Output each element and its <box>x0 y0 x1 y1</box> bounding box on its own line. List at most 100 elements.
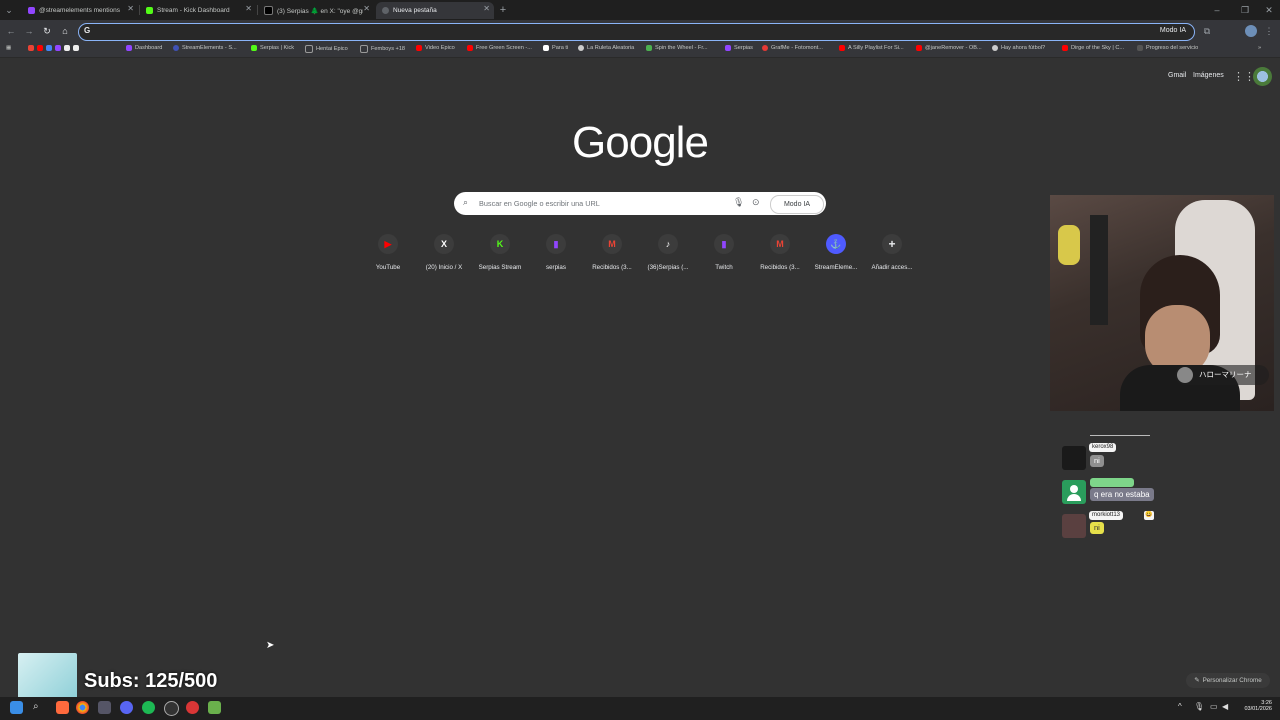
chat-message: ni <box>1090 455 1104 467</box>
extensions-icon[interactable]: ⧉ <box>1200 24 1214 38</box>
new-tab-button[interactable]: + <box>496 3 510 17</box>
clock[interactable]: 3:26 03/01/2026 <box>1236 700 1272 712</box>
microphone-tray-icon[interactable]: 🎙 <box>1194 702 1204 711</box>
address-bar[interactable]: G Modo IA <box>78 23 1195 41</box>
bookmark-serpias[interactable]: Serpias <box>725 45 753 51</box>
shortcut-add[interactable]: + Añadir acces... <box>863 234 921 271</box>
google-apps-icon[interactable]: ⋮⋮ <box>1233 70 1255 83</box>
plush-toy <box>1058 225 1080 265</box>
discord-icon[interactable] <box>120 701 133 714</box>
bookmark-spin-wheel[interactable]: Spin the Wheel - Fr... <box>646 45 708 51</box>
streamelements-icon: ⚓ <box>826 234 846 254</box>
volume-icon[interactable]: ◀ <box>1222 702 1228 711</box>
account-avatar[interactable] <box>1253 67 1272 86</box>
customize-chrome-button[interactable]: ✎ Personalizar Chrome <box>1186 673 1270 688</box>
bookmark-streamelements[interactable]: StreamElements - S... <box>173 45 237 51</box>
shortcut-x[interactable]: X (20) Inicio / X <box>415 234 473 271</box>
file-explorer-icon[interactable] <box>98 701 111 714</box>
tab-strip: ⌄ @streamelements mentions ✕ Stream - Ki… <box>0 0 1280 20</box>
pencil-icon: ✎ <box>1194 677 1200 684</box>
shortcut-label: (36)Serpias (... <box>647 264 689 271</box>
google-icon: G <box>84 26 91 35</box>
bookmarks-bar: ▦ Dashboard StreamElements - S... Serpia… <box>0 42 1280 58</box>
taskbar: ⌕ ^ 🎙 ▭ ◀ 3:26 03/01/2026 <box>0 697 1280 720</box>
shortcut-label: Twitch <box>715 264 733 271</box>
bookmark-silly-playlist[interactable]: A Silly Playlist For Si... <box>839 45 904 51</box>
images-link[interactable]: Imágenes <box>1193 72 1224 79</box>
shortcut-label: Añadir acces... <box>871 264 913 271</box>
gmail-icon: M <box>602 234 622 254</box>
bookmark-serpias-kick[interactable]: Serpias | Kick <box>251 45 294 51</box>
forward-button[interactable]: → <box>22 24 36 38</box>
shortcut-youtube[interactable]: ▶ YouTube <box>359 234 417 271</box>
bookmark-icons-group[interactable] <box>28 45 82 51</box>
microphone-icon[interactable]: 🎙 <box>733 197 744 208</box>
bookmark-dirge[interactable]: Dirge of the Sky | C... <box>1062 45 1124 51</box>
kick-icon: K <box>490 234 510 254</box>
app-icon[interactable] <box>186 701 199 714</box>
bookmark-dashboard[interactable]: Dashboard <box>126 45 162 51</box>
home-button[interactable]: ⌂ <box>58 24 72 38</box>
search-placeholder: Buscar en Google o escribir una URL <box>479 199 600 208</box>
poster <box>1090 215 1108 325</box>
shortcut-serpias[interactable]: ▮ serpias <box>527 234 585 271</box>
tab-search-icon[interactable]: ⌄ <box>2 3 16 17</box>
close-icon[interactable]: ✕ <box>245 4 252 13</box>
gmail-link[interactable]: Gmail <box>1168 72 1186 79</box>
menu-icon[interactable]: ⋮ <box>1262 24 1276 38</box>
windows-start-icon[interactable] <box>10 701 23 714</box>
shortcut-gmail[interactable]: M Recibidos (3... <box>583 234 641 271</box>
bookmark-folder-femboys[interactable]: Femboys +18 <box>360 45 405 53</box>
close-icon[interactable]: ✕ <box>127 4 134 13</box>
minimize-icon[interactable]: – <box>1210 3 1224 17</box>
camera-icon[interactable]: ⊙ <box>752 197 760 208</box>
tab-streamelements[interactable]: @streamelements mentions ✕ <box>22 2 138 19</box>
tiktok-icon: ♪ <box>658 234 678 254</box>
shortcut-kick[interactable]: K Serpias Stream <box>471 234 529 271</box>
bookmark-folder-hentai[interactable]: Hentai Epico <box>305 45 348 53</box>
tab-new-tab[interactable]: Nueva pestaña ✕ <box>376 2 494 19</box>
chrome-icon[interactable] <box>76 701 89 714</box>
search-icon[interactable]: ⌕ <box>33 701 46 714</box>
apps-icon[interactable]: ▦ <box>6 45 11 51</box>
chat-username: kerox98 <box>1089 443 1117 452</box>
bookmark-green-screen[interactable]: Free Green Screen -... <box>467 45 532 51</box>
tab-x-post[interactable]: (3) Serpias 🌲 en X: "oye @gro ✕ <box>258 2 374 19</box>
widgets-icon[interactable] <box>56 701 69 714</box>
tray-chevron-icon[interactable]: ^ <box>1178 702 1182 711</box>
tab-title: Stream - Kick Dashboard <box>157 7 230 14</box>
tab-title: @streamelements mentions <box>39 7 121 14</box>
profile-avatar[interactable] <box>1245 25 1257 37</box>
close-window-icon[interactable]: ✕ <box>1262 3 1276 17</box>
bookmark-para-ti[interactable]: Para ti <box>543 45 568 51</box>
chat-avatar <box>1062 514 1086 538</box>
modo-ia-button[interactable]: Modo IA <box>770 195 824 214</box>
network-icon[interactable]: ▭ <box>1210 702 1218 711</box>
bookmark-progreso[interactable]: Progreso del servicio <box>1137 45 1198 51</box>
bookmark-grafme[interactable]: GrafMe - Fotomont... <box>762 45 823 51</box>
shortcut-twitch[interactable]: ▮ Twitch <box>695 234 753 271</box>
maximize-icon[interactable]: ❐ <box>1238 3 1252 17</box>
bookmark-video-epico[interactable]: Video Epico <box>416 45 455 51</box>
more-bookmarks-icon[interactable]: » <box>1258 45 1261 51</box>
bookmark-futbol[interactable]: Hay ahora fútbol? <box>992 45 1045 51</box>
close-icon[interactable]: ✕ <box>483 4 490 13</box>
omnibox-modo-ia-button[interactable]: Modo IA <box>1160 27 1186 34</box>
close-icon[interactable]: ✕ <box>363 4 370 13</box>
gmail-icon: M <box>770 234 790 254</box>
mouse-cursor-icon: ➤ <box>266 640 275 651</box>
bookmark-ruleta[interactable]: La Ruleta Aleatoria <box>578 45 634 51</box>
spotify-icon[interactable] <box>142 701 155 714</box>
shortcut-label: StreamEleme... <box>814 264 858 271</box>
minecraft-icon[interactable] <box>208 701 221 714</box>
back-button[interactable]: ← <box>4 24 18 38</box>
bookmark-janeremover[interactable]: @janeRemover - OB... <box>916 45 982 51</box>
shortcut-streamelements[interactable]: ⚓ StreamEleme... <box>807 234 865 271</box>
shortcut-tiktok[interactable]: ♪ (36)Serpias (... <box>639 234 697 271</box>
twitch-icon: ▮ <box>546 234 566 254</box>
tab-kick-dashboard[interactable]: Stream - Kick Dashboard ✕ <box>140 2 256 19</box>
obs-icon[interactable] <box>164 701 179 716</box>
reload-button[interactable]: ↻ <box>40 24 54 38</box>
customize-label: Personalizar Chrome <box>1202 677 1262 684</box>
shortcut-gmail-2[interactable]: M Recibidos (3... <box>751 234 809 271</box>
